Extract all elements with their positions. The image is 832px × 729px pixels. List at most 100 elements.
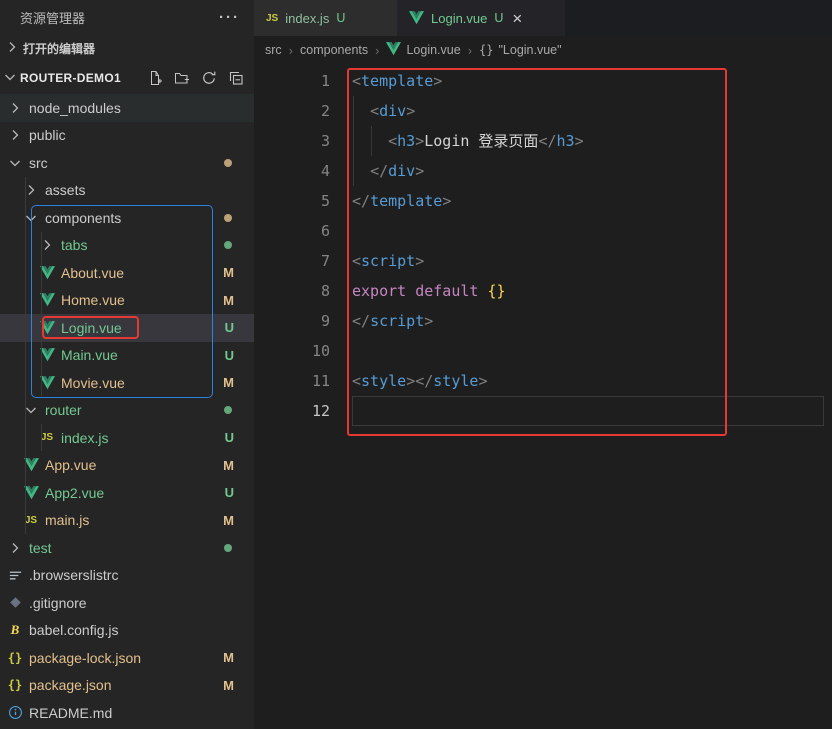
tree-item-assets[interactable]: assets	[0, 177, 254, 205]
code-line[interactable]: 1 <template>	[254, 66, 832, 96]
code-line[interactable]: 11 <style></style>	[254, 366, 832, 396]
close-icon[interactable]: ×	[512, 10, 522, 27]
new-file-icon[interactable]	[147, 70, 163, 86]
breadcrumb-item[interactable]: Login.vue	[386, 41, 461, 59]
json-icon: {}	[7, 678, 23, 693]
chevron-right-icon	[6, 100, 24, 116]
line-number: 7	[320, 252, 330, 270]
code-line[interactable]: 2 <div>	[254, 96, 832, 126]
git-status-badge: M	[223, 457, 234, 473]
breadcrumb-item[interactable]: {} "Login.vue"	[479, 43, 562, 57]
git-status-badge: M	[223, 265, 234, 281]
tree-item-label: .gitignore	[29, 594, 87, 611]
new-folder-icon[interactable]	[174, 70, 190, 86]
more-actions-icon[interactable]: ···	[219, 9, 240, 26]
collapse-all-icon[interactable]	[228, 70, 244, 86]
tree-item-label: tabs	[61, 237, 88, 254]
vue-icon	[22, 485, 40, 500]
tree-item-App.vue[interactable]: App.vue M	[0, 452, 254, 480]
code-text: </template>	[352, 192, 452, 210]
git-changes-dot	[224, 241, 232, 250]
open-editors-section[interactable]: 打开的编辑器	[0, 34, 254, 62]
git-status-badge: M	[223, 677, 234, 693]
tree-item-label: App2.vue	[45, 484, 105, 501]
breadcrumb: src › components › Login.vue › {} "Login.vue"	[254, 36, 832, 64]
tree-item-README.md[interactable]: README.md	[0, 699, 254, 727]
tree-item-test[interactable]: test	[0, 534, 254, 562]
tree-item-label: README.md	[29, 704, 113, 721]
tree-item-label: assets	[45, 182, 86, 199]
tree-item-index.js[interactable]: JS index.js U	[0, 424, 254, 452]
tree-item-node_modules[interactable]: node_modules	[0, 94, 254, 122]
tree-item-src[interactable]: src	[0, 149, 254, 177]
tree-item-label: package.json	[29, 677, 112, 694]
git-changes-dot	[224, 213, 232, 222]
vue-icon	[38, 375, 56, 390]
line-number: 11	[311, 372, 330, 390]
vue-icon	[38, 348, 56, 362]
tree-item-Main.vue[interactable]: Main.vue U	[0, 342, 254, 370]
code-line[interactable]: 5 </template>	[254, 186, 832, 216]
tree-item-main.js[interactable]: JS main.js M	[0, 507, 254, 535]
tree-item-components[interactable]: components	[0, 204, 254, 232]
breadcrumb-label: "Login.vue"	[498, 43, 562, 57]
vue-icon	[38, 293, 56, 307]
sidebar-title: 资源管理器	[20, 10, 86, 26]
explorer-sidebar: 资源管理器 ··· 打开的编辑器 ROUTER-DEMO1 node_modul…	[0, 0, 254, 729]
js-icon: JS	[40, 432, 54, 444]
code-line[interactable]: 4 </div>	[254, 156, 832, 186]
breadcrumb-separator: ›	[467, 42, 473, 58]
tree-item-label: main.js	[45, 512, 90, 529]
tree-item-Login.vue[interactable]: Login.vue U	[0, 314, 254, 342]
json-icon: {}	[7, 650, 23, 665]
tree-item-About.vue[interactable]: About.vue M	[0, 259, 254, 287]
code-line[interactable]: 3 <h3>Login 登录页面</h3>	[254, 126, 832, 156]
code-line[interactable]: 8 export default {}	[254, 276, 832, 306]
tree-item-label: src	[29, 154, 48, 171]
tree-item-label: Home.vue	[61, 292, 125, 309]
tree-item-label: Main.vue	[61, 347, 118, 364]
code-line[interactable]: 9 </script>	[254, 306, 832, 336]
tree-item-.browserslistrc[interactable]: .browserslistrc	[0, 562, 254, 590]
chevron-right-icon	[22, 182, 40, 198]
code-line[interactable]: 12	[254, 396, 832, 426]
breadcrumb-item[interactable]: src	[265, 43, 282, 57]
tree-item-App2.vue[interactable]: App2.vue U	[0, 479, 254, 507]
chevron-right-icon	[4, 39, 20, 58]
tree-item-label: package-lock.json	[29, 649, 142, 666]
git-status-badge: M	[223, 375, 234, 391]
tree-item-public[interactable]: public	[0, 122, 254, 150]
chevron-right-icon	[38, 237, 56, 253]
chevron-down-icon	[2, 69, 18, 88]
tree-item-Home.vue[interactable]: Home.vue M	[0, 287, 254, 315]
tab-index.js[interactable]: JS index.js U	[254, 0, 397, 36]
babel-icon: B	[10, 622, 20, 638]
project-section-header[interactable]: ROUTER-DEMO1	[0, 62, 254, 94]
chevron-down-icon	[22, 402, 40, 418]
tree-item-router[interactable]: router	[0, 397, 254, 425]
readme-icon	[6, 705, 24, 720]
tree-item-.gitignore[interactable]: .gitignore	[0, 589, 254, 617]
tree-item-package.json[interactable]: {} package.json M	[0, 672, 254, 700]
project-actions	[147, 70, 254, 86]
git-status-badge: U	[336, 11, 346, 25]
code-line[interactable]: 10	[254, 336, 832, 366]
tree-item-label: Movie.vue	[61, 374, 125, 391]
git-status-badge: M	[223, 650, 234, 666]
tab-Login.vue[interactable]: Login.vue U ×	[397, 0, 565, 36]
tree-item-Movie.vue[interactable]: Movie.vue M	[0, 369, 254, 397]
tab-label: Login.vue	[431, 10, 488, 26]
code-text: <h3>Login 登录页面</h3>	[388, 132, 584, 150]
braces-icon: {}	[479, 43, 494, 57]
sidebar-header: 资源管理器 ···	[0, 0, 254, 34]
tree-item-package-lock.json[interactable]: {} package-lock.json M	[0, 644, 254, 672]
code-line[interactable]: 6	[254, 216, 832, 246]
refresh-icon[interactable]	[201, 70, 217, 86]
tree-item-babel.config.js[interactable]: Bbabel.config.js	[0, 617, 254, 645]
tree-item-tabs[interactable]: tabs	[0, 232, 254, 260]
line-number: 10	[311, 342, 330, 360]
breadcrumb-item[interactable]: components	[300, 43, 368, 57]
code-line[interactable]: 7 <script>	[254, 246, 832, 276]
git-status-badge: U	[494, 11, 504, 25]
code-editor[interactable]: 1 <template> 2 <div> 3 <h3>Login 登录页面</h3> 4…	[254, 66, 832, 426]
